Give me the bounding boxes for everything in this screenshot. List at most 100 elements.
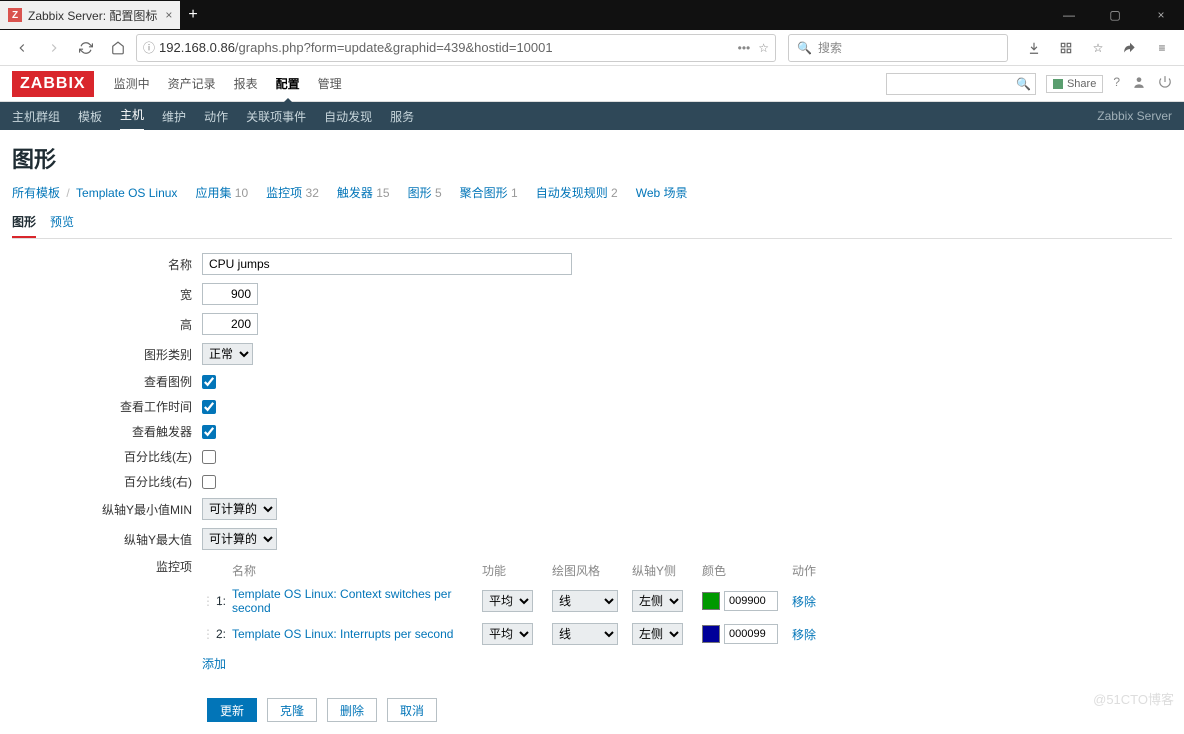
delete-button[interactable]: 删除 (327, 698, 377, 722)
forward-button[interactable] (40, 34, 68, 62)
reload-button[interactable] (72, 34, 100, 62)
subnav-templates[interactable]: 模板 (78, 102, 102, 131)
side-select[interactable]: 左侧 (632, 623, 683, 645)
zabbix-logo[interactable]: ZABBIX (12, 71, 94, 97)
menu-icon[interactable]: ≡ (1148, 34, 1176, 62)
browser-tab[interactable]: Z Zabbix Server: 配置图标 × (0, 1, 180, 29)
label-triggers: 查看触发器 (12, 423, 202, 440)
share-arrow-icon[interactable] (1116, 34, 1144, 62)
url-bar[interactable]: ⓘ 192.168.0.86/graphs.php?form=update&gr… (136, 34, 776, 62)
bc-discovery-rules[interactable]: 自动发现规则 (536, 186, 608, 200)
triggers-checkbox[interactable] (202, 425, 216, 439)
downloads-icon[interactable] (1020, 34, 1048, 62)
th-style: 绘图风格 (552, 562, 632, 579)
label-legend: 查看图例 (12, 373, 202, 390)
url-text: 192.168.0.86/graphs.php?form=update&grap… (159, 40, 738, 55)
th-func: 功能 (482, 562, 552, 579)
type-select[interactable]: 正常 (202, 343, 253, 365)
bc-web[interactable]: Web 场景 (636, 186, 688, 200)
bc-applications[interactable]: 应用集 (195, 186, 231, 200)
tab-close-icon[interactable]: × (157, 8, 172, 22)
help-icon[interactable]: ? (1113, 75, 1120, 92)
window-close-icon[interactable]: × (1138, 0, 1184, 30)
height-input[interactable] (202, 313, 258, 335)
extensions-icon[interactable] (1052, 34, 1080, 62)
window-maximize-icon[interactable]: ▢ (1092, 0, 1138, 30)
item-row: ⋮⋮ 2: Template OS Linux: Interrupts per … (202, 619, 832, 649)
side-select[interactable]: 左侧 (632, 590, 683, 612)
library-icon[interactable]: ☆ (1084, 34, 1112, 62)
window-minimize-icon[interactable]: — (1046, 0, 1092, 30)
label-worktime: 查看工作时间 (12, 398, 202, 415)
menu-monitoring[interactable]: 监测中 (114, 75, 150, 92)
more-icon[interactable]: ••• (738, 41, 751, 55)
drag-handle-icon[interactable]: ⋮⋮ (202, 627, 216, 641)
back-button[interactable] (8, 34, 36, 62)
home-button[interactable] (104, 34, 132, 62)
func-select[interactable]: 平均 (482, 590, 533, 612)
browser-search[interactable]: 🔍 搜索 (788, 34, 1008, 62)
th-name: 名称 (232, 562, 482, 579)
remove-link[interactable]: 移除 (792, 628, 816, 642)
legend-checkbox[interactable] (202, 375, 216, 389)
width-input[interactable] (202, 283, 258, 305)
row-index: 1: (216, 594, 232, 608)
top-menu: 监测中 资产记录 报表 配置 管理 (114, 75, 342, 92)
bc-all-templates[interactable]: 所有模板 / Template OS Linux (12, 184, 177, 201)
info-icon[interactable]: ⓘ (143, 39, 155, 56)
label-items: 监控项 (12, 558, 202, 575)
subnav-discovery[interactable]: 自动发现 (324, 102, 372, 131)
pct-left-checkbox[interactable] (202, 450, 216, 464)
ymax-select[interactable]: 可计算的 (202, 528, 277, 550)
color-input[interactable] (724, 624, 778, 644)
label-pct-left: 百分比线(左) (12, 448, 202, 465)
func-select[interactable]: 平均 (482, 623, 533, 645)
remove-link[interactable]: 移除 (792, 595, 816, 609)
subnav-correlation[interactable]: 关联项事件 (246, 102, 306, 131)
th-side: 纵轴Y侧 (632, 562, 702, 579)
app-search-input[interactable]: 🔍 (886, 73, 1036, 95)
bc-screens[interactable]: 聚合图形 (460, 186, 508, 200)
item-name-link[interactable]: Template OS Linux: Interrupts per second (232, 627, 453, 641)
style-select[interactable]: 线 (552, 590, 618, 612)
subnav-hosts[interactable]: 主机 (120, 100, 144, 132)
user-icon[interactable] (1132, 75, 1146, 92)
bc-graphs[interactable]: 图形 (408, 186, 432, 200)
breadcrumb: 所有模板 / Template OS Linux 应用集 10 监控项 32 触… (12, 184, 1172, 201)
tab-favicon: Z (8, 8, 22, 22)
bc-items[interactable]: 监控项 (266, 186, 302, 200)
color-input[interactable] (724, 591, 778, 611)
subnav-hostgroups[interactable]: 主机群组 (12, 102, 60, 131)
subnav-maintenance[interactable]: 维护 (162, 102, 186, 131)
color-swatch[interactable] (702, 592, 720, 610)
menu-administration[interactable]: 管理 (318, 75, 342, 92)
color-swatch[interactable] (702, 625, 720, 643)
subnav-actions[interactable]: 动作 (204, 102, 228, 131)
menu-inventory[interactable]: 资产记录 (168, 75, 216, 92)
drag-handle-icon[interactable]: ⋮⋮ (202, 594, 216, 608)
subnav-services[interactable]: 服务 (390, 102, 414, 131)
cancel-button[interactable]: 取消 (387, 698, 437, 722)
bookmark-icon[interactable]: ☆ (758, 41, 769, 55)
name-input[interactable] (202, 253, 572, 275)
label-ymax: 纵轴Y最大值 (12, 531, 202, 548)
new-tab-button[interactable]: + (188, 6, 197, 24)
update-button[interactable]: 更新 (207, 698, 257, 722)
worktime-checkbox[interactable] (202, 400, 216, 414)
clone-button[interactable]: 克隆 (267, 698, 317, 722)
bc-triggers[interactable]: 触发器 (337, 186, 373, 200)
share-button[interactable]: Share (1046, 75, 1103, 93)
ymin-select[interactable]: 可计算的 (202, 498, 277, 520)
item-name-link[interactable]: Template OS Linux: Context switches per … (232, 587, 451, 615)
item-row: ⋮⋮ 1: Template OS Linux: Context switche… (202, 583, 832, 619)
label-height: 高 (12, 316, 202, 333)
menu-reports[interactable]: 报表 (234, 75, 258, 92)
pct-right-checkbox[interactable] (202, 475, 216, 489)
power-icon[interactable] (1158, 75, 1172, 92)
style-select[interactable]: 线 (552, 623, 618, 645)
menu-configuration[interactable]: 配置 (276, 75, 300, 92)
watermark: @51CTO博客 (1093, 689, 1174, 708)
add-item-link[interactable]: 添加 (202, 657, 226, 671)
tab-graph[interactable]: 图形 (12, 207, 36, 238)
tab-preview[interactable]: 预览 (50, 207, 74, 238)
